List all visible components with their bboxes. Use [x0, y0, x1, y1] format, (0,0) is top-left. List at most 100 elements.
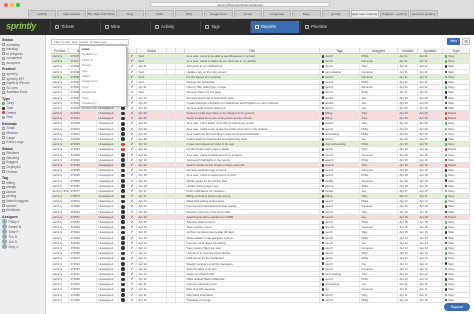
title-cell[interactable]: As a user, I want a way to see the statu… — [185, 126, 320, 131]
tag-label[interactable]: next-5 — [325, 54, 333, 58]
filter-checkbox[interactable] — [2, 72, 5, 76]
tag-label[interactable]: mobile — [325, 189, 333, 193]
tag-label[interactable]: next-5 — [325, 277, 333, 281]
check-cell[interactable]: ✔ — [128, 271, 137, 277]
settings-gear-icon[interactable]: ⚙ — [462, 38, 470, 45]
tag-label[interactable]: next-cleanup — [325, 272, 341, 276]
title-cell[interactable]: As a user, I want a dashboard of my proj… — [185, 152, 320, 157]
check-cell[interactable]: ✔ — [128, 121, 137, 126]
sidebar-filter-item[interactable]: Extra Large — [2, 140, 43, 145]
tag-label[interactable]: mobile — [325, 179, 333, 183]
sprintly-logo[interactable]: sprintly — [6, 21, 36, 31]
filter-checkbox[interactable] — [2, 86, 5, 90]
zoom-window-button[interactable] — [16, 3, 20, 7]
tag-label[interactable]: next-5 — [325, 210, 333, 214]
check-cell[interactable]: ✔ — [128, 74, 137, 79]
tag-label[interactable]: next-5 — [325, 64, 333, 68]
check-cell[interactable]: ✔ — [128, 194, 137, 199]
title-cell[interactable]: Reorder columns on the items table — [185, 209, 320, 214]
title-cell[interactable]: Fix the signup form spacing — [185, 74, 320, 79]
tag-label[interactable]: deploy — [325, 106, 333, 110]
dropdown-option[interactable]: Product ID — [82, 106, 124, 111]
title-cell[interactable]: Fix the broken login page in Safari — [185, 147, 320, 152]
title-cell[interactable]: Remove duplicate tags on items — [185, 168, 320, 173]
tag-label[interactable]: next-5 — [325, 293, 333, 297]
check-cell[interactable]: ✔ — [128, 178, 137, 183]
nav-tab-reports[interactable]: Reports — [250, 21, 299, 33]
check-cell[interactable]: ✔ — [128, 266, 137, 271]
filter-checkbox[interactable] — [2, 140, 5, 144]
check-cell[interactable]: ✔ — [128, 69, 137, 74]
title-cell[interactable]: Billing reminders before plan expiry — [185, 194, 320, 199]
support-button[interactable]: Support — [444, 303, 470, 311]
browser-tab[interactable]: sprintly — [28, 10, 57, 17]
browser-tab[interactable]: agile team tracking - sprint.ly — [350, 10, 380, 17]
title-cell[interactable]: Update pricing page copy — [185, 183, 320, 188]
sidebar-filter-item[interactable]: accepted — [2, 61, 43, 66]
check-cell[interactable]: ✔ — [128, 147, 137, 152]
check-cell[interactable]: ✔ — [128, 188, 137, 194]
filter-checkbox[interactable] — [2, 170, 5, 174]
filter-checkbox[interactable] — [2, 43, 5, 47]
check-cell[interactable]: ✔ — [128, 240, 137, 245]
title-cell[interactable]: Update copy on the intro screen — [185, 69, 320, 74]
check-cell[interactable]: ✔ — [128, 126, 137, 131]
tag-label[interactable]: next-5 — [325, 230, 333, 234]
check-cell[interactable]: ✔ — [128, 95, 137, 100]
title-cell[interactable]: Team velocity report — [185, 225, 320, 230]
title-cell[interactable]: Push notifications for mentions — [185, 188, 320, 194]
title-cell[interactable]: Allow bulk editing of item sizes — [185, 199, 320, 204]
check-cell[interactable]: ✔ — [128, 157, 137, 162]
check-cell[interactable]: ✔ — [128, 59, 137, 64]
title-cell[interactable]: Show avatars in the assignee column — [185, 235, 320, 240]
title-cell[interactable]: Change the newsletter — [185, 79, 320, 85]
check-cell[interactable]: ✔ — [128, 131, 137, 136]
title-cell[interactable]: Improve email digest formatting — [185, 240, 320, 245]
browser-tab[interactable]: The New York Times — [86, 10, 116, 17]
check-cell[interactable]: ✔ — [128, 214, 137, 219]
check-cell[interactable]: ✔ — [128, 277, 137, 282]
tag-label[interactable]: next-5 — [325, 267, 333, 271]
filter-checkbox[interactable] — [2, 186, 5, 190]
tag-label[interactable]: next-5 — [325, 85, 333, 89]
nav-tab-tickets[interactable]: Tickets — [50, 21, 99, 33]
check-cell[interactable]: ✔ — [128, 64, 137, 69]
check-cell[interactable]: ✔ — [128, 162, 137, 168]
filter-checkbox[interactable] — [2, 52, 5, 56]
check-cell[interactable]: ✔ — [128, 105, 137, 111]
check-cell[interactable]: ✔ — [128, 225, 137, 230]
column-header[interactable]: Assignee — [360, 48, 398, 53]
tag-label[interactable]: next-5 — [325, 215, 333, 219]
filter-checkbox[interactable] — [2, 127, 5, 131]
browser-tab[interactable]: FAQ — [174, 10, 204, 17]
tag-label[interactable]: user-onboarding — [325, 142, 345, 146]
table-row[interactable]: sprint.ly 272492 Unassigned ✔ Apr 10 Translat… — [51, 297, 470, 303]
nav-tab-mine[interactable]: Mine — [100, 21, 149, 33]
tag-label[interactable]: next-5 — [325, 199, 333, 203]
browser-tab[interactable]: New Hosted — [57, 10, 86, 17]
browser-tab[interactable]: blog — [116, 10, 145, 17]
column-header[interactable]: Title — [185, 48, 320, 53]
filter-checkbox[interactable] — [2, 204, 5, 208]
filter-checkbox[interactable] — [2, 91, 5, 95]
title-cell[interactable]: Remove iframe for the page — [185, 90, 320, 95]
title-cell[interactable]: Make sidebar filters collapsible — [185, 277, 320, 282]
browser-tab[interactable]: Bugs — [292, 10, 321, 17]
title-cell[interactable]: Mobile layout for the activity feed — [185, 178, 320, 183]
address-bar[interactable]: sprint.ly/#/product/1/items/planned — [150, 2, 330, 7]
filter-checkbox[interactable] — [2, 136, 5, 140]
title-cell[interactable]: Clean up unused CSS — [185, 271, 320, 277]
check-cell[interactable]: ✔ — [128, 116, 137, 121]
nav-tab-activity[interactable]: Activity — [150, 21, 199, 33]
check-cell[interactable]: ✔ — [128, 183, 137, 188]
title-cell[interactable]: As a user, I want to export items to CSV — [185, 173, 320, 178]
title-cell[interactable]: Collect leads for Dashboard and Optimize… — [185, 137, 320, 142]
title-cell[interactable]: Create webhook integration for Dashboard… — [185, 100, 320, 105]
tag-label[interactable]: next-5 — [325, 147, 333, 151]
check-cell[interactable]: ✔ — [128, 204, 137, 209]
filter-checkbox[interactable] — [2, 190, 5, 194]
check-cell[interactable]: ✔ — [128, 173, 137, 178]
tag-label[interactable]: next-5 — [325, 236, 333, 240]
filter-checkbox[interactable] — [2, 131, 5, 135]
title-cell[interactable]: Filter by title, ticket type, or tags — [185, 85, 320, 90]
